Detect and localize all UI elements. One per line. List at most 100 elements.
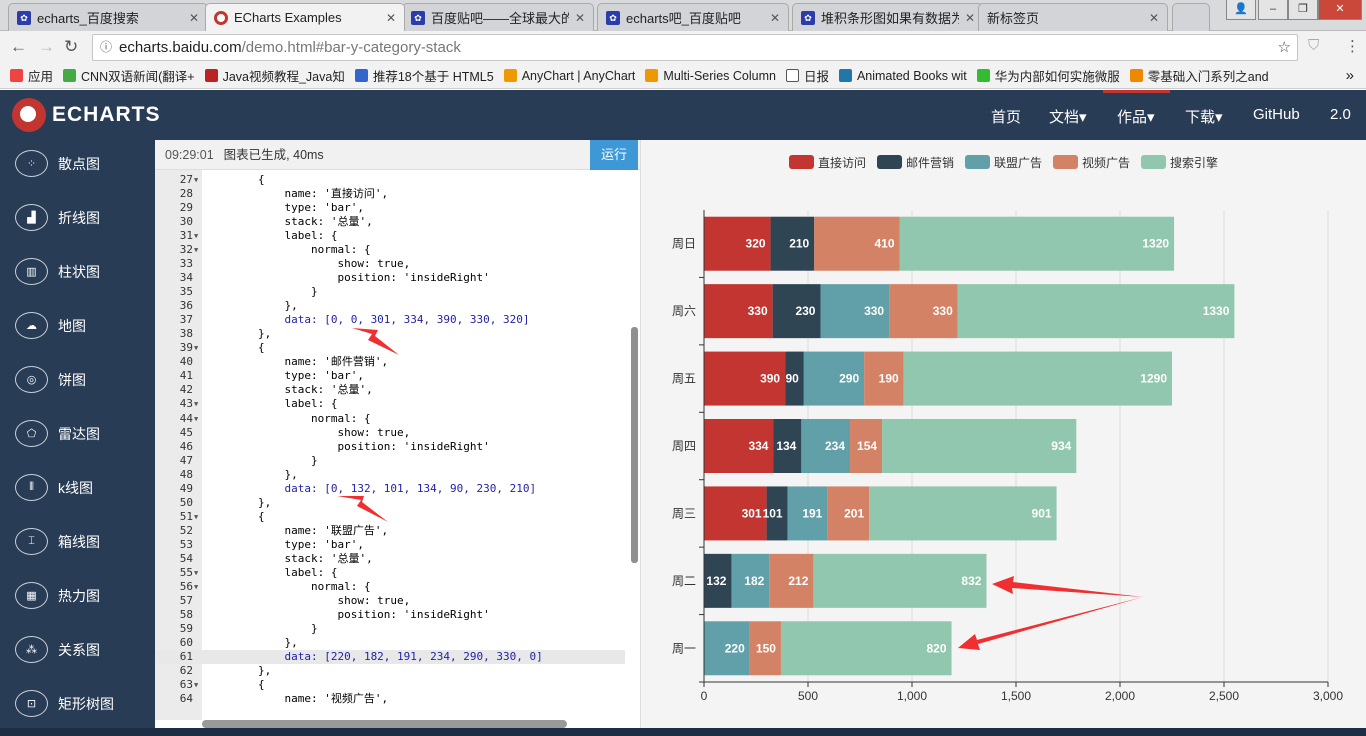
sidebar-item[interactable]: ⬠ 雷达图 [15,420,100,447]
fold-toggle-icon[interactable]: ▼ [194,566,198,580]
sidebar-item[interactable]: ⫴ k线图 [15,474,93,501]
bar-segment[interactable] [882,419,1077,473]
code-text: }, [205,664,272,678]
nav-link[interactable]: 文档▾ [1049,106,1087,127]
code-line: 62 }, [155,664,625,678]
close-tab-icon[interactable]: ✕ [1149,11,1159,25]
url-path: /demo.html#bar-y-category-stack [241,39,461,56]
sidebar-item[interactable]: ⁂ 关系图 [15,636,100,663]
code-text: position: 'insideRight' [205,607,490,621]
fold-toggle-icon[interactable]: ▼ [194,229,198,243]
forward-icon[interactable]: → [38,37,55,57]
url-input[interactable]: ⓘ echarts.baidu.com/demo.html#bar-y-categ… [92,34,1298,61]
bar-segment[interactable] [869,486,1057,541]
new-tab-button[interactable] [1172,3,1210,31]
close-tab-icon[interactable]: ✕ [386,11,396,25]
user-icon[interactable]: 👤 [1226,0,1256,20]
reload-icon[interactable]: ↻ [64,37,78,57]
nav-link[interactable]: GitHub [1253,106,1300,123]
legend-item[interactable]: 联盟广告 [965,155,1042,170]
close-window-icon[interactable]: ✕ [1318,0,1362,20]
bar-segment[interactable] [899,216,1175,271]
sidebar-item[interactable]: ⌶ 箱线图 [15,528,100,555]
shield-icon[interactable]: ⛉ [1308,37,1319,54]
bookmark-item[interactable]: Java视频教程_Java知 [204,66,345,85]
browser-tab[interactable]: ✿ 堆积条形图如果有数据为 ✕ [792,3,984,31]
legend-item[interactable]: 搜索引擎 [1141,155,1218,170]
sidebar-item[interactable]: ◎ 饼图 [15,366,86,393]
legend-item[interactable]: 邮件营销 [877,155,954,170]
line-number: 56 [179,579,193,593]
bookmark-label: CNN双语新闻(翻译+ [81,70,195,84]
sidebar-item-label: 关系图 [58,641,100,658]
bookmark-item[interactable]: 华为内部如何实施微服 [976,66,1120,85]
minimize-icon[interactable]: – [1258,0,1288,20]
nav-link[interactable]: 下载▾ [1185,106,1223,127]
browser-tab[interactable]: ✿ echarts_百度搜索 ✕ [8,3,208,31]
fold-toggle-icon[interactable]: ▼ [194,243,198,257]
fold-toggle-icon[interactable]: ▼ [194,412,198,426]
sidebar-item[interactable]: ▟ 折线图 [15,204,100,231]
sidebar-item[interactable]: ☁ 地图 [15,312,86,339]
data-label: 101 [763,506,783,520]
code-text: { [205,173,265,186]
code-line: 60 }, [155,636,625,650]
data-label: 90 [785,372,799,386]
fold-toggle-icon[interactable]: ▼ [194,510,198,524]
bookmark-item[interactable]: AnyChart | AnyChart [503,68,636,83]
code-line: 51 ▼ { [155,510,625,524]
legend-item[interactable]: 视频广告 [1053,155,1130,170]
bookmark-item[interactable]: 应用 [10,66,53,85]
sidebar-item-label: 热力图 [58,587,100,604]
browser-tab[interactable]: ✿ echarts吧_百度贴吧 ✕ [597,3,789,31]
bar-segment[interactable] [903,351,1172,406]
echarts-logo[interactable]: ECHARTS [12,98,161,132]
code-editor[interactable]: 27 ▼ {28 name: '直接访问', 29 type: 'bar', 30 s… [155,170,640,720]
fold-toggle-icon[interactable]: ▼ [194,397,198,411]
bookmark-item[interactable]: CNN双语新闻(翻译+ [63,66,195,85]
sidebar-item[interactable]: ▥ 柱状图 [15,258,100,285]
sidebar-item-label: 箱线图 [58,533,100,550]
sidebar-item[interactable]: ⊡ 矩形树图 [15,690,114,717]
browser-tab[interactable]: ✿ 百度贴吧——全球最大的 ✕ [402,3,594,31]
menu-icon[interactable]: ⋮ [1345,37,1360,55]
maximize-icon[interactable]: ❐ [1288,0,1318,20]
status-time: 09:29:01 [165,148,214,162]
code-text: show: true, [205,425,411,439]
vertical-scrollbar[interactable] [631,327,638,563]
data-label: 212 [788,574,808,588]
close-tab-icon[interactable]: ✕ [770,11,780,25]
bookmark-icon [10,69,23,82]
sidebar-item[interactable]: ▦ 热力图 [15,582,100,609]
star-icon[interactable]: ☆ [1278,35,1291,60]
line-number: 55 [179,565,193,579]
more-bookmarks-button[interactable]: » [1346,67,1354,84]
bookmark-label: AnyChart | AnyChart [521,68,636,83]
browser-tab[interactable]: ✿新标签页✕ [978,3,1168,31]
bar-segment[interactable] [957,284,1235,339]
close-tab-icon[interactable]: ✕ [189,11,199,25]
fold-toggle-icon[interactable]: ▼ [194,580,198,594]
bookmark-item[interactable]: Animated Books wit [838,69,967,83]
fold-toggle-icon[interactable]: ▼ [194,341,198,355]
fold-toggle-icon[interactable]: ▼ [194,173,198,187]
taskbar [0,728,1366,736]
bookmark-item[interactable]: 日报 [785,66,829,85]
horizontal-scrollbar[interactable] [202,720,567,728]
close-tab-icon[interactable]: ✕ [575,11,585,25]
back-icon[interactable]: ← [10,37,27,57]
nav-link[interactable]: 2.0 [1330,106,1351,123]
legend-item[interactable]: 直接访问 [789,155,866,170]
nav-link[interactable]: 首页 [991,106,1021,127]
code-text: label: { [205,397,338,411]
sidebar-item[interactable]: ⁘ 散点图 [15,150,100,177]
bookmark-item[interactable]: Multi-Series Column [645,69,776,83]
run-button[interactable]: 运行 [590,140,638,170]
bookmark-item[interactable]: 零基础入门系列之and [1129,66,1269,85]
logo-icon [12,98,46,132]
fold-toggle-icon[interactable]: ▼ [194,678,198,692]
bookmark-item[interactable]: 推荐18个基于 HTML5 [354,66,494,85]
nav-link[interactable]: 作品▾ [1117,106,1155,127]
close-tab-icon[interactable]: ✕ [965,11,975,25]
browser-tab[interactable]: ECharts Examples ✕ [205,3,405,31]
